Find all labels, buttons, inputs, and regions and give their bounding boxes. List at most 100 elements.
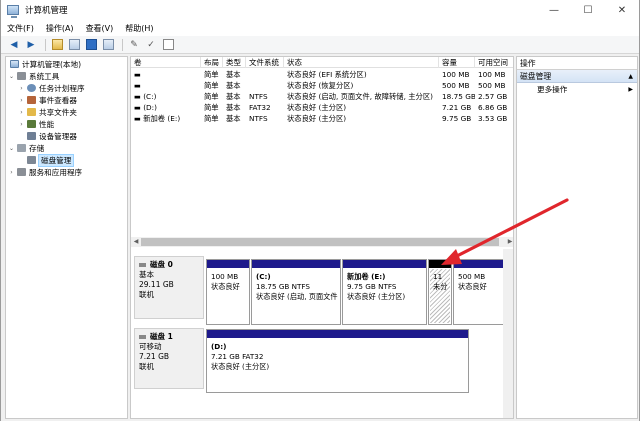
collapse-icon[interactable]: ▲ [628,70,633,82]
toolbar-separator [122,38,123,51]
tree-label: 磁盘管理 [37,153,75,167]
tree-item-services[interactable]: › 服务和应用程序 [8,166,82,178]
column-header-status[interactable]: 状态 [284,57,439,68]
tree-item-task-scheduler[interactable]: › 任务计划程序 [18,82,85,94]
storage-icon [17,144,26,152]
cell-status: 状态良好 (启动, 页面文件, 故障转储, 主分区) [287,92,433,101]
connect-icon[interactable]: ✎ [127,38,141,52]
horizontal-scrollbar[interactable]: ◀ ▶ [131,237,513,247]
partition-bar [207,330,468,338]
tree-item-root[interactable]: 计算机管理(本地) [8,58,81,70]
maximize-button[interactable]: ☐ [571,0,605,20]
cell-filesystem [246,80,284,91]
partition-name: (D:) [211,342,227,351]
minimize-button[interactable]: — [537,0,571,20]
chevron-right-icon[interactable]: › [18,109,25,116]
menu-help[interactable]: 帮助(H) [125,23,153,34]
chevron-down-icon[interactable]: ⌄ [8,145,15,152]
disk-1-type: 可移动 [139,342,162,351]
disk-1-info[interactable]: 磁盘 1 可移动 7.21 GB 联机 [134,328,204,389]
partition-efi[interactable]: 100 MB 状态良好 [206,259,250,325]
column-header-free-space[interactable]: 可用空间 [475,57,513,68]
tree-label: 任务计划程序 [39,83,85,93]
scroll-left-icon[interactable]: ◀ [131,237,141,247]
more-actions-item[interactable]: 更多操作 ▶ [517,83,637,96]
device-manager-icon [27,132,36,140]
chevron-right-icon[interactable]: › [18,97,25,104]
disk-management-icon [27,156,36,164]
cell-status: 状态良好 (主分区) [287,114,347,123]
partition-size: 7.21 GB FAT32 [211,352,264,361]
partition-name: 新加卷 (E:) [347,272,386,281]
tree-item-device-manager[interactable]: 设备管理器 [25,130,77,142]
column-header-filesystem[interactable]: 文件系统 [246,57,284,68]
disk-0-size: 29.11 GB [139,280,174,289]
back-arrow-icon[interactable]: ◀ [7,38,21,52]
cell-layout: 简单 [204,114,219,123]
tree-item-storage[interactable]: ⌄ 存储 [8,142,44,154]
tree-item-event-viewer[interactable]: › 事件查看器 [18,94,77,106]
help-icon[interactable] [84,38,98,52]
cell-capacity: 500 MB [442,81,470,90]
close-button[interactable]: ✕ [605,0,639,20]
menu-view[interactable]: 查看(V) [86,23,114,34]
cell-free-space: 6.86 GB [478,103,508,112]
table-row[interactable]: ▬ (C:) 简单 基本 NTFS 状态良好 (启动, 页面文件, 故障转储, … [131,91,513,102]
partition-size: 500 MB [458,272,486,281]
menu-file[interactable]: 文件(F) [7,23,34,34]
disk-0-info[interactable]: 磁盘 0 基本 29.11 GB 联机 [134,256,204,319]
cell-type: 基本 [226,70,241,79]
vertical-scrollbar[interactable] [503,249,513,418]
partition-bar [429,260,451,268]
computer-management-window: 计算机管理 — ☐ ✕ 文件(F) 操作(A) 查看(V) 帮助(H) ◀ ▶ … [0,0,640,421]
event-log-icon [27,96,36,104]
menu-action[interactable]: 操作(A) [46,23,74,34]
show-hide-tree-icon[interactable] [67,38,81,52]
properties-icon[interactable] [161,38,175,52]
chevron-down-icon[interactable]: ⌄ [8,73,15,80]
view-details-icon[interactable] [101,38,115,52]
column-header-type[interactable]: 类型 [223,57,246,68]
partition-unallocated[interactable]: 11 未分 [428,259,452,325]
partition-state: 状态良好 (启动, 页面文件 [256,292,338,301]
navigation-tree: 计算机管理(本地) ⌄ 系统工具 › 任务计划程序 › 事件查看器 › 共享文件… [5,56,128,419]
disk-icon [139,263,146,267]
partition-e[interactable]: 新加卷 (E:) 9.75 GB NTFS 状态良好 (主分区) [342,259,427,325]
tree-item-disk-management[interactable]: 磁盘管理 [25,153,75,167]
window-controls: — ☐ ✕ [537,0,639,20]
column-header-capacity[interactable]: 容量 [439,57,475,68]
disk-1-name: 磁盘 1 [150,332,173,341]
scroll-right-icon[interactable]: ▶ [505,237,513,247]
actions-section-disk-management[interactable]: 磁盘管理 ▲ [517,70,637,83]
cell-status: 状态良好 (主分区) [287,103,347,112]
forward-arrow-icon[interactable]: ▶ [24,38,38,52]
actions-header: 操作 [517,57,637,70]
scrollbar-thumb[interactable] [141,238,499,246]
tree-item-shared-folders[interactable]: › 共享文件夹 [18,106,77,118]
table-row[interactable]: ▬ 简单 基本 状态良好 (恢复分区) 500 MB 500 MB [131,80,513,91]
column-header-layout[interactable]: 布局 [201,57,223,68]
cell-type: 基本 [226,103,241,112]
table-row[interactable]: ▬ (D:) 简单 基本 FAT32 状态良好 (主分区) 7.21 GB 6.… [131,102,513,113]
cell-filesystem: FAT32 [249,103,271,112]
chevron-right-icon[interactable]: › [18,85,25,92]
tree-label: 服务和应用程序 [29,167,83,177]
partition-c[interactable]: (C:) 18.75 GB NTFS 状态良好 (启动, 页面文件 [251,259,341,325]
chevron-right-icon[interactable]: › [18,121,25,128]
table-row[interactable]: ▬ 新加卷 (E:) 简单 基本 NTFS 状态良好 (主分区) 9.75 GB… [131,113,513,124]
tree-item-system-tools[interactable]: ⌄ 系统工具 [8,70,59,82]
tools-icon [17,72,26,80]
chevron-right-icon[interactable]: › [8,169,15,176]
disk-1-status: 联机 [139,362,154,371]
partition-recovery[interactable]: 500 MB 状态良好 [453,259,508,325]
partition-state: 状态良好 (主分区) [347,292,406,301]
up-folder-icon[interactable] [50,38,64,52]
table-row[interactable]: ▬ 简单 基本 状态良好 (EFI 系统分区) 100 MB 100 MB [131,69,513,80]
checkmark-icon[interactable]: ✓ [144,38,158,52]
column-header-volume[interactable]: 卷 [131,57,201,68]
partition-d[interactable]: (D:) 7.21 GB FAT32 状态良好 (主分区) [206,329,469,393]
tree-item-performance[interactable]: › 性能 [18,118,54,130]
chevron-right-icon: ▶ [628,86,633,93]
cell-volume: ▬ [134,81,141,90]
volume-list-header: 卷 布局 类型 文件系统 状态 容量 可用空间 [131,57,513,68]
